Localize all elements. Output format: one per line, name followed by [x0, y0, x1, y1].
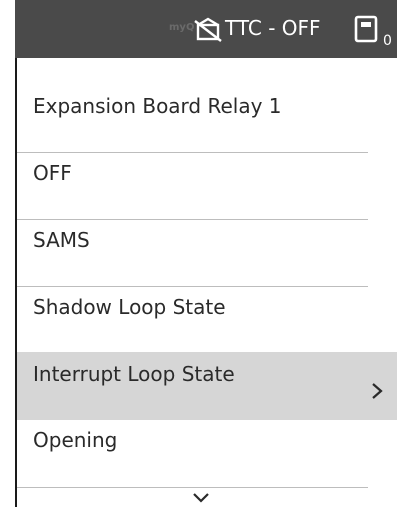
status-bar: myQ TTC - OFF 0 [15, 0, 397, 58]
menu-item-expansion-board-relay[interactable]: Expansion Board Relay 1 [17, 94, 397, 118]
menu-item-label: Shadow Loop State [33, 295, 226, 319]
menu-item-label: Opening [33, 428, 118, 452]
door-closed-off-icon [194, 17, 222, 42]
menu-item-interrupt-loop-state[interactable]: Interrupt Loop State [17, 352, 397, 420]
menu-item-label: OFF [33, 161, 72, 185]
device-count: 0 [383, 33, 392, 49]
device-panel-icon[interactable] [354, 15, 378, 43]
divider [17, 152, 368, 153]
divider [17, 219, 368, 220]
divider [17, 286, 368, 287]
chevron-right-icon[interactable] [370, 382, 384, 400]
menu-item-off[interactable]: OFF [17, 161, 397, 185]
menu-item-opening[interactable]: Opening [17, 428, 397, 452]
status-text: TTC - OFF [225, 16, 321, 40]
menu-item-label: Expansion Board Relay 1 [33, 94, 282, 118]
menu-item-label: Interrupt Loop State [33, 362, 235, 386]
menu-item-label: SAMS [33, 228, 90, 252]
divider [17, 487, 368, 488]
brand-logo: myQ [169, 22, 195, 33]
menu-item-sams[interactable]: SAMS [17, 228, 397, 252]
chevron-down-icon[interactable] [192, 492, 210, 504]
menu-item-shadow-loop-state[interactable]: Shadow Loop State [17, 295, 397, 319]
